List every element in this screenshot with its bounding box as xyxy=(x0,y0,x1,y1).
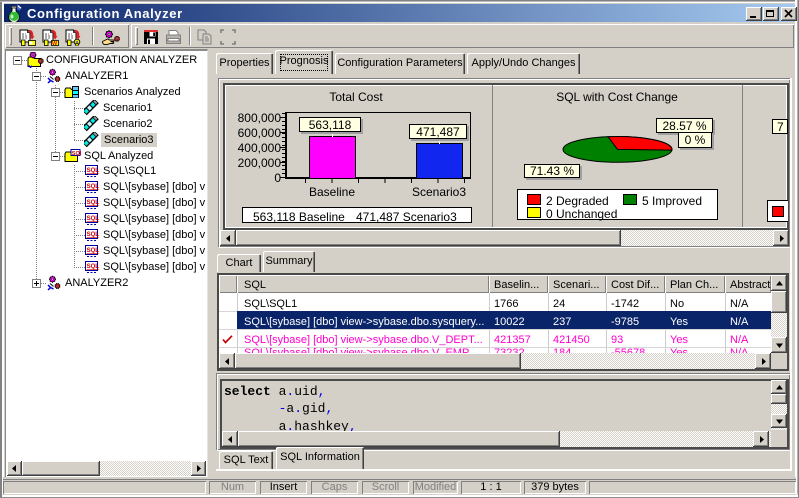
svg-text:W: W xyxy=(52,41,58,46)
